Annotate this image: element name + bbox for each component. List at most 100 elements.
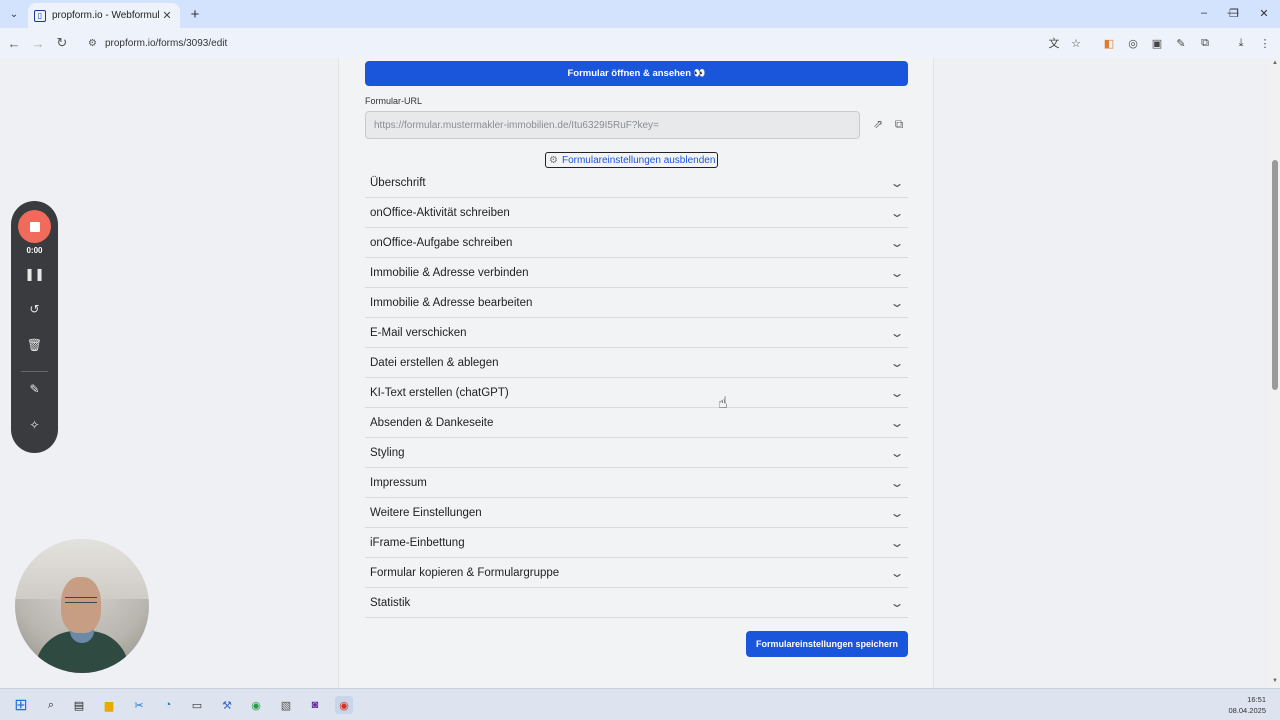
accordion-label: Immobilie & Adresse bearbeiten (370, 296, 533, 309)
bookmark-star-icon[interactable]: ☆ (1067, 34, 1085, 52)
accordion-label: Weitere Einstellungen (370, 506, 482, 519)
translate-icon[interactable]: 文 (1045, 34, 1063, 52)
accordion-label: Absenden & Dankeseite (370, 416, 494, 429)
app-purple-icon[interactable]: ◙ (306, 696, 324, 714)
webcam-bubble[interactable] (15, 539, 149, 673)
draw-pen-icon[interactable]: ✎ (23, 379, 46, 399)
webcam-person-head (61, 577, 101, 633)
extension-pen-icon[interactable]: ✎ (1172, 34, 1190, 52)
effects-sparkle-icon[interactable]: ✧ (23, 415, 46, 435)
page-scrollbar[interactable]: ▲ ▼ (1270, 58, 1280, 688)
downloads-icon[interactable]: ⤓ (1232, 34, 1250, 52)
search-icon[interactable]: ⌕ (42, 696, 60, 714)
chevron-down-icon: ⌄ (889, 445, 905, 460)
browser-toolbar: ← → ↻ ⚙ propform.io/forms/3093/edit 文 ☆ … (0, 28, 1280, 58)
extension-globe-icon[interactable]: ◎ (1124, 34, 1142, 52)
accordion-item[interactable]: Styling ⌄ (365, 438, 908, 468)
accordion-item[interactable]: iFrame-Einbettung ⌄ (365, 528, 908, 558)
chevron-down-icon: ⌄ (889, 385, 905, 400)
accordion-item[interactable]: Absenden & Dankeseite ⌄ (365, 408, 908, 438)
hide-settings-button[interactable]: ⚙ Formulareinstellungen ausblenden (545, 152, 719, 168)
chevron-down-icon: ⌄ (889, 355, 905, 370)
extension-orange-icon[interactable]: ◧ (1100, 34, 1118, 52)
file-explorer-icon[interactable]: ▆ (100, 696, 118, 714)
chevron-down-icon: ⌄ (889, 235, 905, 250)
accordion-item[interactable]: Impressum ⌄ (365, 468, 908, 498)
accordion-item[interactable]: onOffice-Aktivität schreiben ⌄ (365, 198, 908, 228)
reload-icon[interactable]: ↻ (52, 33, 72, 53)
accordion-label: KI-Text erstellen (chatGPT) (370, 386, 509, 399)
chevron-down-icon: ⌄ (889, 415, 905, 430)
accordion-item[interactable]: Formular kopieren & Formulargruppe ⌄ (365, 558, 908, 588)
app-tool-icon[interactable]: ⚒ (218, 696, 236, 714)
clock-time: 16:51 (1247, 695, 1266, 704)
accordion-label: Überschrift (370, 176, 426, 189)
system-clock[interactable]: 16:51 08.04.2025 (1228, 694, 1266, 716)
page-viewport: Formular öffnen & ansehen 👀 Formular-URL… (0, 58, 1270, 688)
delete-trash-icon[interactable]: 🗑 (23, 335, 46, 355)
scroll-down-arrow-icon[interactable]: ▼ (1271, 678, 1279, 684)
form-url-field[interactable]: https://formular.mustermakler-immobilien… (365, 111, 860, 139)
scroll-up-arrow-icon[interactable]: ▲ (1271, 60, 1279, 66)
chevron-down-icon: ⌄ (889, 535, 905, 550)
pause-icon[interactable]: ❚❚ (23, 264, 46, 284)
chevron-down-icon: ⌄ (889, 265, 905, 280)
extensions-puzzle-icon[interactable]: ⧉ (1196, 34, 1214, 52)
accordion-label: E-Mail verschicken (370, 326, 467, 339)
accordion-item[interactable]: Überschrift ⌄ (365, 168, 908, 198)
accordion-label: Impressum (370, 476, 427, 489)
browser-tab-active[interactable]: ▯ propform.io - Webformular-Ba ✕ (28, 3, 180, 28)
accordion-item[interactable]: onOffice-Aufgabe schreiben ⌄ (365, 228, 908, 258)
open-external-link-icon[interactable]: ⇗ (870, 116, 886, 132)
save-settings-button[interactable]: Formulareinstellungen speichern (746, 631, 908, 657)
chevron-down-icon: ⌄ (889, 595, 905, 610)
task-view-icon[interactable]: ▤ (70, 696, 88, 714)
mouse-pointer-icon: ☝ (718, 395, 728, 412)
accordion-label: iFrame-Einbettung (370, 536, 465, 549)
hide-settings-label: Formulareinstellungen ausblenden (561, 154, 716, 166)
back-arrow-icon[interactable]: ← (4, 33, 24, 53)
clock-date: 08.04.2025 (1228, 706, 1266, 715)
chevron-down-icon: ⌄ (889, 205, 905, 220)
chrome-icon[interactable]: ◉ (247, 696, 265, 714)
chrome-active-icon[interactable]: ◉ (335, 696, 353, 714)
accordion-item[interactable]: Datei erstellen & ablegen ⌄ (365, 348, 908, 378)
close-tab-icon[interactable]: ✕ (160, 9, 174, 22)
propform-favicon-icon: ▯ (34, 9, 46, 22)
chevron-down-icon: ⌄ (889, 475, 905, 490)
forward-arrow-icon[interactable]: → (28, 33, 48, 53)
copy-url-icon[interactable]: ⧉ (891, 116, 907, 132)
accordion-item[interactable]: Immobilie & Adresse verbinden ⌄ (365, 258, 908, 288)
site-settings-icon[interactable]: ⚙ (88, 38, 97, 49)
image-viewer-icon[interactable]: ▧ (277, 696, 295, 714)
new-tab-plus-icon[interactable]: + (186, 5, 204, 23)
chevron-down-icon: ⌄ (889, 295, 905, 310)
settings-accordion: Überschrift ⌄ onOffice-Aktivität schreibe… (365, 168, 908, 618)
restore-window-icon[interactable]: ❐ (1220, 4, 1248, 22)
chevron-down-icon: ⌄ (889, 325, 905, 340)
accordion-item[interactable]: KI-Text erstellen (chatGPT) ⌄ (365, 378, 908, 408)
stop-recording-button[interactable] (18, 210, 51, 243)
extension-dark-icon[interactable]: ▣ (1148, 34, 1166, 52)
open-form-button[interactable]: Formular öffnen & ansehen 👀 (365, 61, 908, 86)
windows-start-icon[interactable]: ⊞ (12, 696, 30, 714)
webcam-person-glasses (65, 597, 97, 603)
accordion-label: Styling (370, 446, 405, 459)
accordion-item[interactable]: E-Mail verschicken ⌄ (365, 318, 908, 348)
browser-menu-icon[interactable]: ⋮ (1256, 34, 1274, 52)
minimize-button[interactable]: ‒ (1190, 4, 1218, 22)
accordion-item[interactable]: Weitere Einstellungen ⌄ (365, 498, 908, 528)
restart-icon[interactable]: ↺ (23, 299, 46, 319)
snipping-tool-icon[interactable]: ✂ (130, 696, 148, 714)
accordion-item[interactable]: Statistik ⌄ (365, 588, 908, 618)
recorder-controls: 0:00 ❚❚ ↺ 🗑 ✎ ✧ (11, 201, 58, 453)
scrollbar-thumb[interactable] (1272, 160, 1278, 390)
remote-desktop-icon[interactable]: ▭ (188, 696, 206, 714)
address-bar[interactable]: ⚙ propform.io/forms/3093/edit (80, 31, 1094, 55)
accordion-item[interactable]: Immobilie & Adresse bearbeiten ⌄ (365, 288, 908, 318)
recorder-divider (21, 371, 48, 372)
edge-browser-icon[interactable]: ◔ (159, 696, 177, 714)
tab-list-chevron-icon[interactable]: ⌄ (4, 4, 24, 24)
close-window-icon[interactable]: ✕ (1250, 4, 1278, 22)
accordion-label: Immobilie & Adresse verbinden (370, 266, 529, 279)
